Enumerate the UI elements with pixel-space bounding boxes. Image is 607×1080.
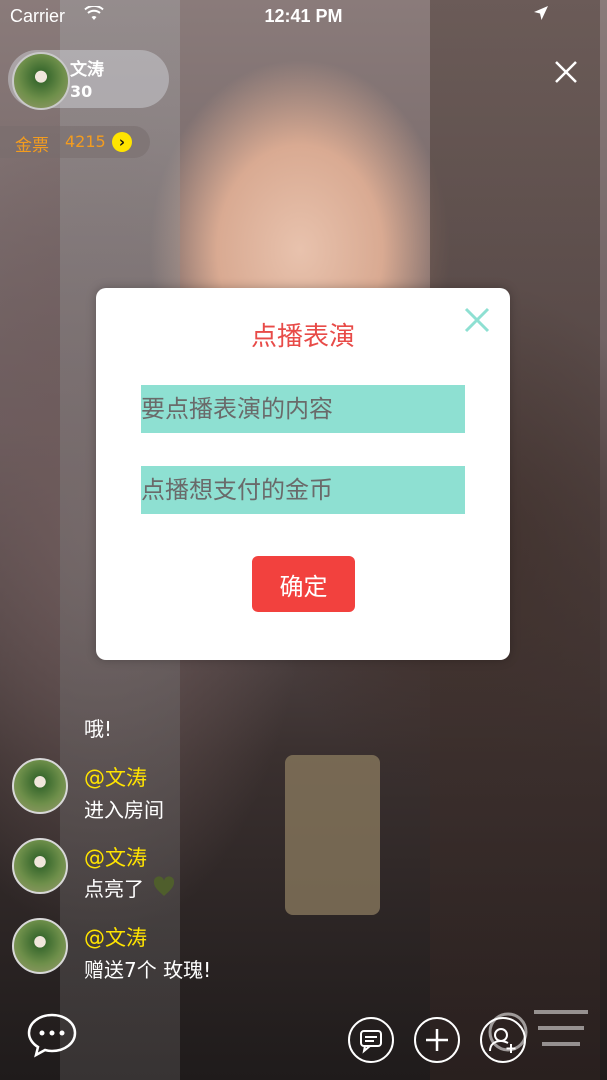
status-bar: Carrier 12:41 PM (0, 0, 607, 34)
chat-bubble-icon[interactable] (26, 1012, 78, 1058)
confirm-button[interactable]: 确定 (252, 556, 355, 612)
chat-message-text: 点亮了 (84, 877, 144, 901)
chat-username[interactable]: @文涛 (84, 922, 147, 952)
close-icon[interactable] (552, 58, 580, 86)
chat-avatar[interactable] (12, 838, 68, 894)
request-performance-dialog: 点播表演 确定 (96, 288, 510, 660)
close-icon[interactable] (460, 303, 494, 337)
watermark-logo (478, 990, 603, 1070)
chat-message-text: 哦! (84, 717, 113, 741)
chat-username[interactable]: @文涛 (84, 842, 147, 872)
coins-label: 金票 (15, 136, 49, 156)
chat-message-text: 进入房间 (84, 798, 164, 822)
plus-icon[interactable] (414, 1017, 460, 1063)
chat-avatar[interactable] (12, 918, 68, 974)
background-dress (285, 755, 380, 915)
chevron-right-icon[interactable]: › (112, 132, 132, 152)
coins-value: 4215 (65, 132, 106, 151)
payment-coins-input[interactable] (141, 466, 465, 514)
host-name: 文涛 (70, 60, 104, 80)
host-avatar[interactable] (12, 52, 70, 110)
location-arrow-icon (533, 5, 549, 26)
dialog-title: 点播表演 (250, 322, 355, 352)
host-viewer-count: 30 (70, 82, 93, 101)
chat-avatar[interactable] (12, 758, 68, 814)
chat-message-text: 赠送7个 玫瑰! (84, 958, 212, 982)
performance-content-input[interactable] (141, 385, 465, 433)
chat-username[interactable]: @文涛 (84, 762, 147, 792)
clock: 12:41 PM (264, 6, 343, 26)
heart-icon (152, 875, 176, 899)
message-icon[interactable] (348, 1017, 394, 1063)
